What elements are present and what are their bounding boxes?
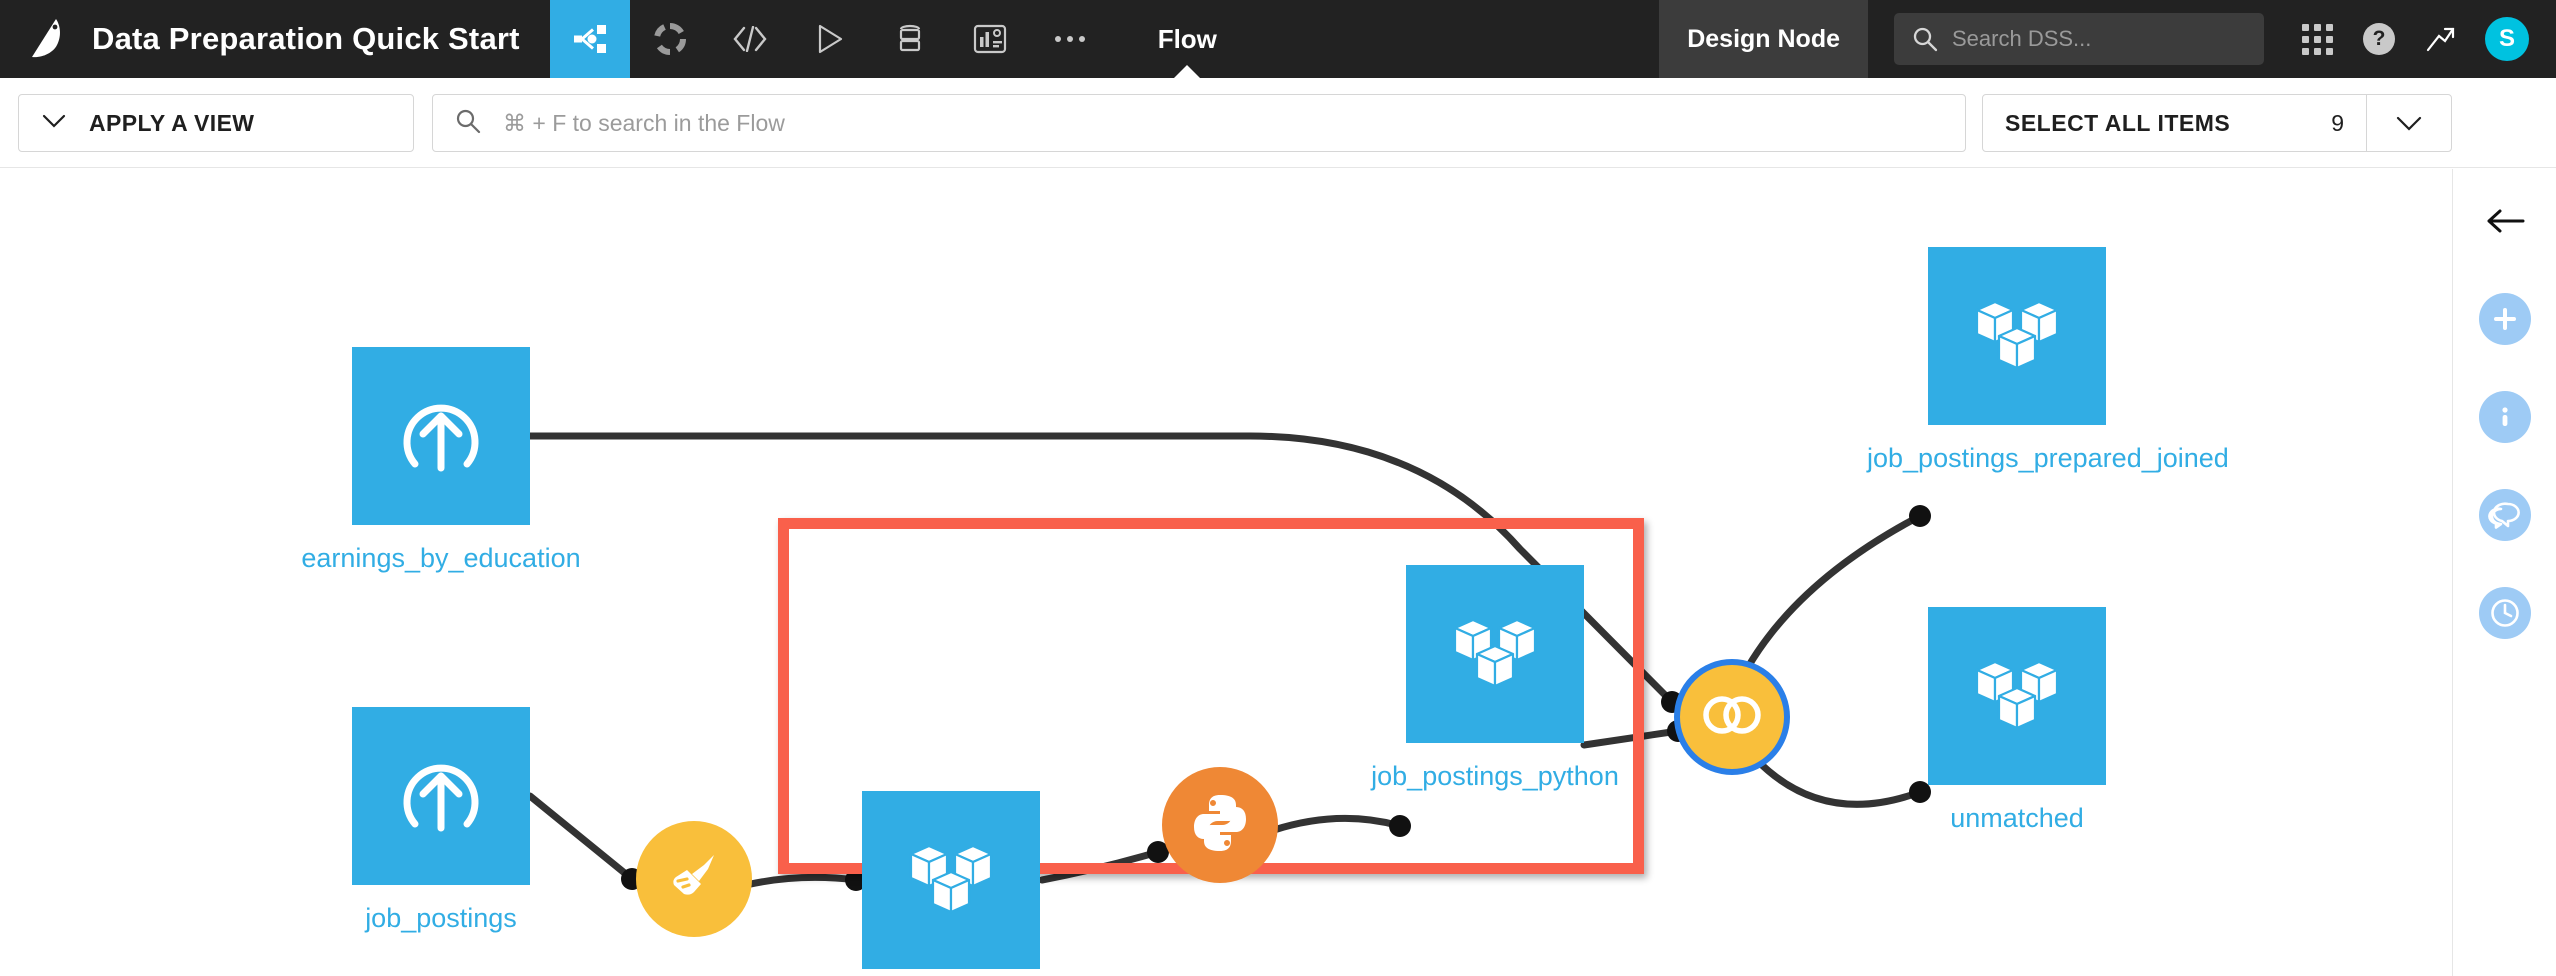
info-icon[interactable] bbox=[2475, 387, 2535, 447]
flow-recipe-python[interactable] bbox=[1162, 767, 1278, 883]
page-title: Data Preparation Quick Start bbox=[92, 21, 520, 56]
collapse-panel-icon[interactable] bbox=[2475, 191, 2535, 251]
right-side-panel bbox=[2452, 169, 2556, 976]
history-icon[interactable] bbox=[2475, 583, 2535, 643]
jobs-icon[interactable] bbox=[870, 0, 950, 78]
flow-node-earnings-by-education[interactable]: earnings_by_education bbox=[301, 347, 581, 573]
flow-node-label: job_postings bbox=[365, 903, 517, 933]
dataset-tile[interactable] bbox=[1406, 565, 1584, 743]
dataset-tile[interactable] bbox=[352, 707, 530, 885]
flow-node-label: job_postings_prepared_joined bbox=[1867, 443, 2229, 473]
cubes-dataset-icon bbox=[899, 826, 1003, 935]
flow-node-job-postings-prepared-joined[interactable]: job_postings_prepared_joined bbox=[1867, 247, 2229, 473]
flow-recipe-join[interactable] bbox=[1674, 659, 1790, 775]
avatar-initial: S bbox=[2485, 17, 2529, 61]
cubes-dataset-icon bbox=[1965, 282, 2069, 391]
trending-up-icon[interactable] bbox=[2410, 24, 2472, 54]
more-icon[interactable] bbox=[1030, 0, 1110, 78]
apply-a-view-label: APPLY A VIEW bbox=[89, 109, 255, 136]
help-icon[interactable]: ? bbox=[2348, 23, 2410, 55]
dataset-tile[interactable] bbox=[1928, 247, 2106, 425]
active-tab-caret-icon bbox=[1174, 65, 1201, 78]
select-all-items-label: SELECT ALL ITEMS bbox=[2005, 109, 2231, 136]
current-page-label: Flow bbox=[1157, 23, 1217, 54]
apps-grid-icon[interactable] bbox=[2286, 23, 2348, 55]
add-icon[interactable] bbox=[2475, 289, 2535, 349]
help-glyph: ? bbox=[2363, 23, 2395, 55]
dataset-tile[interactable] bbox=[862, 791, 1040, 969]
join-venn-icon bbox=[1698, 692, 1766, 743]
design-node-badge[interactable]: Design Node bbox=[1659, 0, 1868, 78]
chevron-down-icon bbox=[41, 113, 67, 134]
flow-node-job-postings-python[interactable]: job_postings_python bbox=[1371, 565, 1619, 791]
flow-recipe-prepare[interactable] bbox=[636, 821, 752, 937]
cubes-dataset-icon bbox=[1443, 600, 1547, 709]
search-icon bbox=[1912, 26, 1938, 52]
search-icon bbox=[455, 108, 481, 139]
flow-node-job-postings-prepared[interactable]: job_postings_prepared bbox=[862, 791, 1040, 969]
apply-a-view-button[interactable]: APPLY A VIEW bbox=[18, 94, 414, 152]
dataiku-logo-icon[interactable] bbox=[0, 0, 92, 78]
flow-search-placeholder: ⌘ + F to search in the Flow bbox=[503, 109, 785, 136]
top-nav-icons bbox=[549, 0, 1110, 78]
select-all-items-button[interactable]: SELECT ALL ITEMS 9 bbox=[1982, 94, 2452, 152]
datasets-icon[interactable] bbox=[630, 0, 710, 78]
search-input[interactable] bbox=[1952, 26, 2246, 52]
flow-node-label: job_postings_python bbox=[1371, 761, 1619, 791]
upload-dataset-icon bbox=[387, 740, 495, 853]
cubes-dataset-icon bbox=[1965, 642, 2069, 751]
broom-icon bbox=[662, 845, 726, 914]
discussions-icon[interactable] bbox=[2475, 485, 2535, 545]
flow-search-input[interactable]: ⌘ + F to search in the Flow bbox=[432, 94, 1966, 152]
flow-node-label: unmatched bbox=[1950, 803, 2084, 833]
flow-icon[interactable] bbox=[549, 0, 630, 78]
topbar-right-icons: ? S bbox=[2286, 0, 2556, 78]
flow-node-unmatched[interactable]: unmatched bbox=[1928, 607, 2106, 833]
flow-canvas[interactable]: earnings_by_education job_postings job_p… bbox=[0, 169, 2452, 976]
run-icon[interactable] bbox=[790, 0, 870, 78]
current-page-tab[interactable]: Flow bbox=[1132, 0, 1243, 78]
top-navigation-bar: Data Preparation Quick Start Flow Design… bbox=[0, 0, 2556, 78]
avatar[interactable]: S bbox=[2472, 17, 2534, 61]
global-search[interactable] bbox=[1894, 13, 2264, 65]
code-icon[interactable] bbox=[710, 0, 790, 78]
dashboards-icon[interactable] bbox=[950, 0, 1030, 78]
flow-node-job-postings[interactable]: job_postings bbox=[352, 707, 530, 933]
python-icon bbox=[1187, 790, 1253, 861]
flow-toolbar: APPLY A VIEW ⌘ + F to search in the Flow… bbox=[0, 78, 2556, 168]
dataset-tile[interactable] bbox=[1928, 607, 2106, 785]
chevron-down-icon[interactable] bbox=[2367, 114, 2451, 132]
flow-node-label: earnings_by_education bbox=[301, 543, 581, 573]
dataset-tile[interactable] bbox=[352, 347, 530, 525]
upload-dataset-icon bbox=[387, 380, 495, 493]
select-all-items-count: 9 bbox=[2331, 109, 2344, 136]
